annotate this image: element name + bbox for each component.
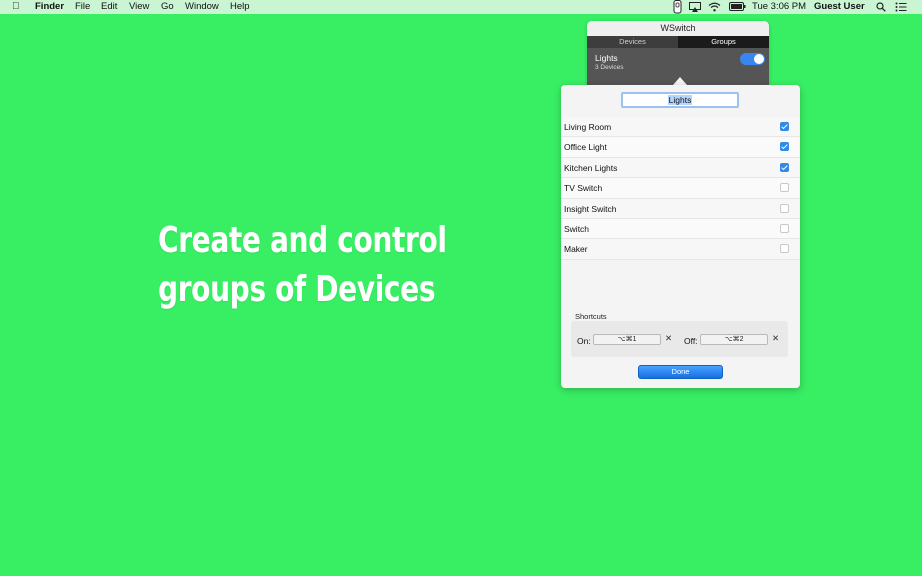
group-name-selected-text: Lights (667, 95, 693, 105)
device-label: TV Switch (564, 183, 603, 194)
on-shortcut-label: On: (577, 336, 591, 346)
device-checkbox[interactable] (780, 122, 789, 131)
tab-bar: Devices Groups (587, 36, 769, 48)
menu-bar:  Finder File Edit View Go Window Help T… (0, 0, 922, 14)
headline-line-2: groups of Devices (158, 269, 436, 310)
wswitch-popover: WSwitch Devices Groups Lights 3 Devices (587, 21, 769, 85)
device-checkbox[interactable] (780, 142, 789, 152)
on-shortcut-field[interactable]: ⌥⌘1 (593, 334, 661, 345)
shortcuts-heading: Shortcuts (575, 312, 607, 321)
airplay-icon[interactable] (689, 2, 701, 12)
group-name: Lights (595, 53, 618, 63)
device-checkbox[interactable] (780, 244, 789, 254)
menu-help[interactable]: Help (230, 1, 250, 12)
device-row[interactable]: Living Room (561, 117, 800, 138)
device-row[interactable]: Maker (561, 239, 800, 260)
menu-file[interactable]: File (75, 1, 90, 12)
device-row[interactable]: TV Switch (561, 178, 800, 199)
user-menu[interactable]: Guest User (814, 1, 865, 12)
device-label: Living Room (564, 122, 612, 132)
apple-menu-icon[interactable]:  (12, 1, 20, 12)
menu-view[interactable]: View (129, 1, 149, 12)
device-label: Office Light (564, 142, 607, 153)
device-label: Insight Switch (564, 203, 617, 214)
group-editor-sheet: Lights Living Room Office Light Kitchen … (561, 85, 800, 388)
device-label: Kitchen Lights (564, 162, 618, 173)
menu-go[interactable]: Go (161, 1, 174, 12)
off-shortcut-clear-icon[interactable]: ✕ (772, 333, 779, 344)
menu-window[interactable]: Window (185, 1, 219, 12)
device-row[interactable]: Office Light (561, 137, 800, 158)
notification-center-icon[interactable] (895, 2, 907, 12)
device-checkbox[interactable] (780, 203, 789, 213)
sheet-pointer-arrow (673, 77, 687, 85)
device-list: Living Room Office Light Kitchen Lights … (561, 117, 800, 260)
menu-finder[interactable]: Finder (35, 1, 64, 12)
device-row[interactable]: Switch (561, 218, 800, 240)
done-button[interactable]: Done (638, 365, 723, 379)
group-toggle[interactable] (740, 53, 765, 65)
tab-devices[interactable]: Devices (587, 36, 678, 48)
device-row[interactable]: Insight Switch (561, 198, 800, 219)
wifi-icon[interactable] (708, 2, 721, 12)
device-label: Switch (564, 223, 590, 234)
wswitch-menu-icon[interactable] (673, 0, 682, 14)
off-shortcut-field[interactable]: ⌥⌘2 (700, 334, 768, 345)
tab-groups[interactable]: Groups (678, 36, 769, 48)
clock[interactable]: Tue 3:06 PM (752, 1, 806, 12)
on-shortcut-clear-icon[interactable]: ✕ (665, 333, 672, 344)
shortcuts-panel: On: ⌥⌘1 ✕ Off: ⌥⌘2 ✕ (571, 321, 788, 357)
group-device-count: 3 Devices (595, 64, 624, 71)
device-row[interactable]: Kitchen Lights (561, 157, 800, 179)
device-label: Maker (564, 244, 588, 255)
off-shortcut-label: Off: (684, 336, 698, 346)
popover-title: WSwitch (587, 21, 769, 36)
group-name-field[interactable]: Lights (621, 92, 739, 108)
promo-headline: Create and control groups of Devices (158, 216, 447, 314)
menu-edit[interactable]: Edit (101, 1, 117, 12)
spotlight-search-icon[interactable] (876, 2, 886, 12)
device-checkbox[interactable] (780, 183, 789, 193)
headline-line-1: Create and control (158, 220, 447, 261)
device-checkbox[interactable] (780, 223, 789, 233)
toggle-knob (754, 54, 764, 64)
device-checkbox[interactable] (780, 162, 789, 172)
battery-icon[interactable] (729, 2, 746, 11)
